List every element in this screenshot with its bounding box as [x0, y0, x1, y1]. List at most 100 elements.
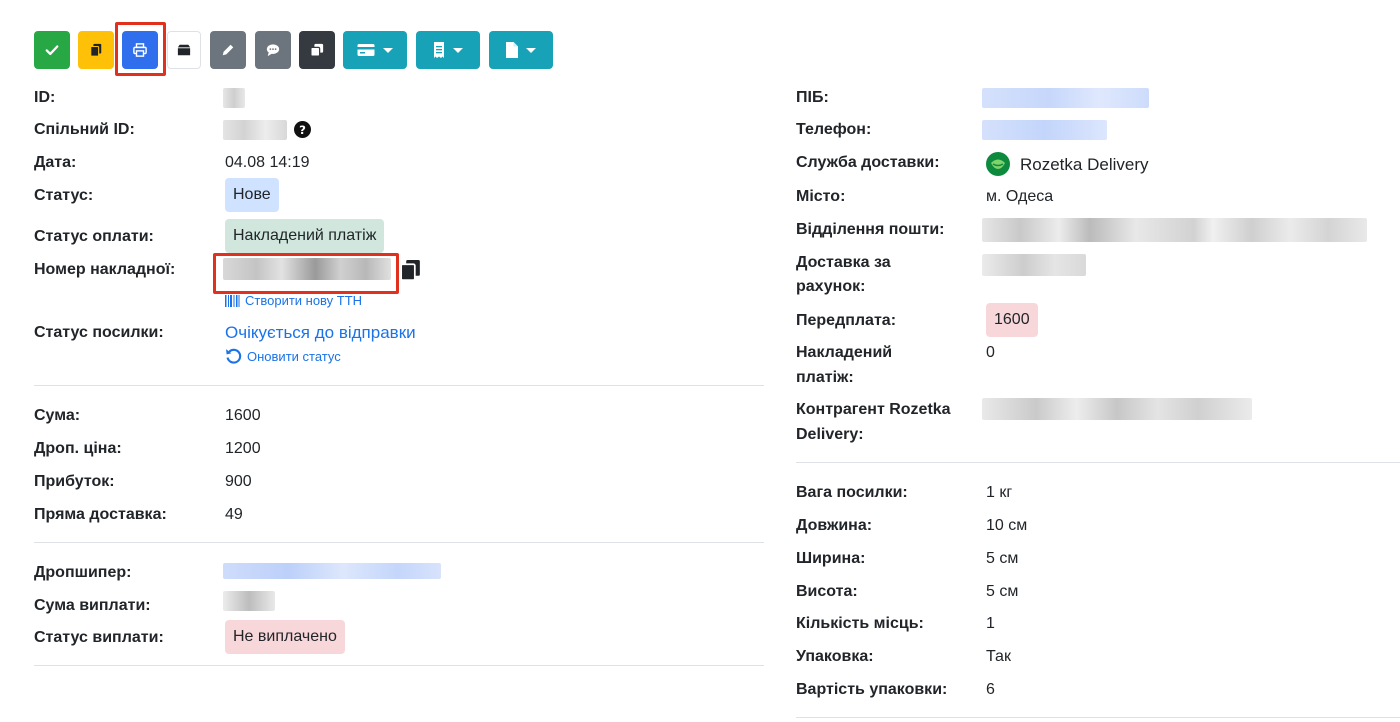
delivery-service-value: Rozetka Delivery: [1020, 155, 1149, 174]
width-value: 5 см: [986, 550, 1019, 567]
status-badge: Нове: [225, 178, 279, 212]
rozetka-logo-icon: [986, 152, 1010, 176]
create-ttn-link[interactable]: Створити нову ТТН: [225, 293, 362, 308]
height-label: Висота:: [796, 583, 858, 600]
post-office-value-redacted: [982, 218, 1367, 242]
id-value-redacted: [223, 88, 245, 108]
payout-sum-label: Сума виплати:: [34, 597, 151, 614]
parcel-status-value[interactable]: Очікується до відправки: [225, 321, 416, 345]
comment-button[interactable]: [255, 31, 291, 69]
delivery-service-label: Служба доставки:: [796, 154, 940, 171]
drop-price-label: Дроп. ціна:: [34, 440, 122, 457]
svg-text:?: ?: [299, 123, 306, 137]
length-label: Довжина:: [796, 517, 873, 534]
phone-label: Телефон:: [796, 121, 872, 138]
waybill-highlight: [213, 253, 399, 294]
chevron-down-icon: [383, 47, 393, 53]
payout-sum-value-redacted: [223, 591, 275, 611]
box-icon: [177, 44, 191, 56]
box-button[interactable]: [167, 31, 201, 69]
divider: [34, 385, 764, 386]
cod-label-line1: Накладений: [796, 344, 893, 361]
places-label: Кількість місць:: [796, 615, 924, 632]
payout-status-label: Статус виплати:: [34, 629, 164, 646]
cod-label-line2: платіж:: [796, 369, 854, 386]
packing-cost-value: 6: [986, 681, 995, 698]
divider: [796, 717, 1400, 718]
date-value: 04.08 14:19: [225, 154, 310, 171]
weight-value: 1 кг: [986, 484, 1013, 501]
shared-id-label: Спільний ID:: [34, 121, 135, 138]
payment-dropdown-button[interactable]: [343, 31, 407, 69]
comment-icon: [266, 44, 280, 57]
refresh-status-label: Оновити статус: [247, 349, 341, 364]
print-button-highlight: [115, 22, 166, 76]
barcode-icon: [225, 294, 240, 307]
divider: [34, 665, 764, 666]
places-value: 1: [986, 615, 995, 632]
name-value-redacted: [982, 88, 1149, 108]
receipt-icon: [434, 42, 444, 58]
receipt-dropdown-button[interactable]: [416, 31, 480, 69]
edit-button[interactable]: [210, 31, 246, 69]
post-office-label: Відділення пошти:: [796, 221, 945, 238]
payout-status-badge: Не виплачено: [225, 620, 345, 654]
copy-button[interactable]: [78, 31, 114, 69]
prepayment-badge: 1600: [986, 303, 1038, 337]
shared-id-value-redacted: [223, 120, 287, 140]
profit-value: 900: [225, 473, 252, 490]
card-icon: [357, 44, 375, 56]
height-value: 5 см: [986, 583, 1019, 600]
parcel-status-label: Статус посилки:: [34, 324, 164, 341]
prepayment-label: Передплата:: [796, 312, 897, 329]
contractor-label-line1: Контрагент Rozetka: [796, 401, 951, 418]
city-label: Місто:: [796, 188, 846, 205]
contractor-label-line2: Delivery:: [796, 426, 864, 443]
city-value: м. Одеса: [986, 188, 1054, 205]
duplicate-button[interactable]: [299, 31, 335, 69]
payment-status-badge: Накладений платіж: [225, 219, 385, 253]
create-ttn-link-label: Створити нову ТТН: [245, 293, 363, 308]
delivery-account-value-redacted: [982, 254, 1086, 276]
copy-icon: [90, 43, 102, 57]
width-label: Ширина:: [796, 550, 866, 567]
chevron-down-icon: [526, 47, 536, 53]
chevron-down-icon: [453, 47, 463, 53]
payment-status-label: Статус оплати:: [34, 228, 154, 245]
drop-price-value: 1200: [225, 440, 261, 457]
profit-label: Прибуток:: [34, 473, 115, 490]
delivery-account-label-line1: Доставка за: [796, 254, 891, 271]
packing-value: Так: [986, 648, 1011, 665]
direct-delivery-label: Пряма доставка:: [34, 506, 167, 523]
cod-value: 0: [986, 344, 995, 361]
packing-cost-label: Вартість упаковки:: [796, 681, 948, 698]
delivery-account-label-line2: рахунок:: [796, 278, 866, 295]
refresh-icon: [226, 348, 242, 364]
date-label: Дата:: [34, 154, 77, 171]
pencil-icon: [222, 44, 234, 56]
sum-value: 1600: [225, 407, 261, 424]
document-dropdown-button[interactable]: [489, 31, 553, 69]
divider: [34, 542, 764, 543]
name-label: ПІБ:: [796, 89, 829, 106]
divider: [796, 462, 1400, 463]
status-label: Статус:: [34, 187, 94, 204]
weight-label: Вага посилки:: [796, 484, 908, 501]
direct-delivery-value: 49: [225, 506, 243, 523]
help-icon[interactable]: ?: [294, 121, 311, 138]
copy-icon[interactable]: [399, 258, 422, 282]
sum-label: Сума:: [34, 407, 81, 424]
dropshipper-label: Дропшипер:: [34, 564, 132, 581]
id-label: ID:: [34, 89, 56, 106]
length-value: 10 см: [986, 517, 1028, 534]
dropshipper-value-redacted[interactable]: [223, 563, 441, 579]
check-icon: [45, 45, 59, 56]
refresh-status-link[interactable]: Оновити статус: [225, 348, 341, 365]
packing-label: Упаковка:: [796, 648, 874, 665]
file-icon: [506, 42, 518, 58]
waybill-label: Номер накладної:: [34, 261, 176, 278]
clone-icon: [310, 43, 324, 57]
contractor-value-redacted: [982, 398, 1252, 420]
phone-value-redacted: [982, 120, 1107, 140]
confirm-button[interactable]: [34, 31, 70, 69]
